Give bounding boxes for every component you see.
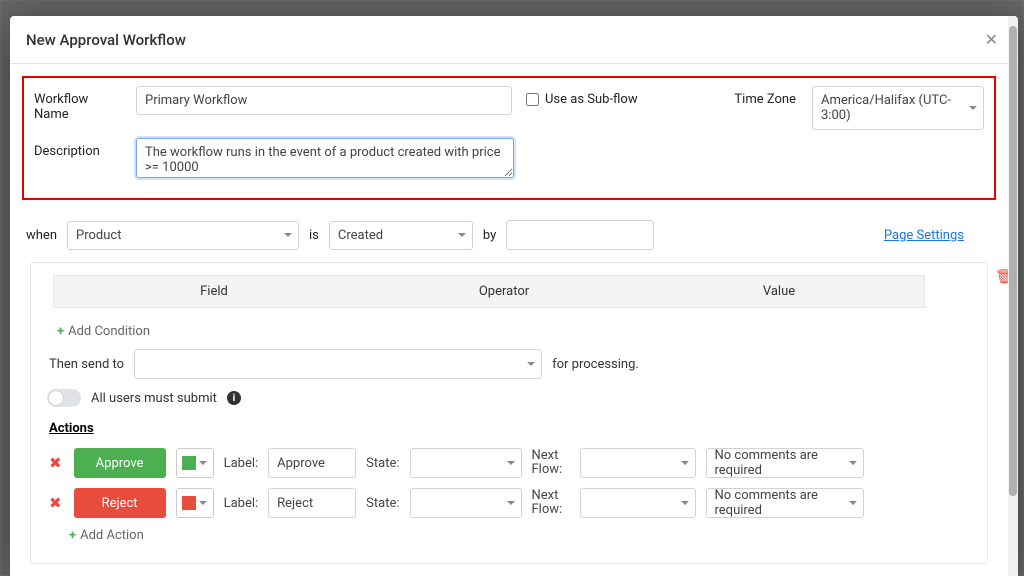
approve-button[interactable]: Approve: [74, 448, 166, 478]
toggle-knob: [49, 391, 63, 405]
chevron-down-icon: [849, 501, 857, 505]
add-condition-link[interactable]: +Add Condition: [57, 324, 973, 339]
description-label: Description: [34, 138, 126, 159]
action-row-reject: ✖ Reject Label: State: Next Flow: No com…: [47, 488, 973, 518]
label-text: Label:: [224, 496, 259, 511]
chevron-down-icon: [284, 233, 292, 237]
event-value: Created: [338, 228, 383, 243]
chevron-down-icon: [199, 461, 207, 465]
timezone-select[interactable]: America/Halifax (UTC-3:00): [812, 86, 984, 130]
modal-body: Workflow Name Use as Sub-flow Time Zone …: [10, 64, 1018, 576]
all-users-toggle-row: All users must submit i: [47, 389, 973, 407]
description-row: Description: [34, 138, 984, 178]
chevron-down-icon: [507, 501, 515, 505]
close-icon[interactable]: ✕: [981, 26, 1002, 53]
scrollbar-thumb[interactable]: [1009, 26, 1017, 496]
when-label: when: [26, 228, 57, 243]
next-flow-text: Next Flow:: [532, 489, 570, 518]
chevron-down-icon: [458, 233, 466, 237]
send-to-label: Then send to: [49, 357, 124, 372]
col-value: Value: [634, 276, 924, 307]
event-select[interactable]: Created: [329, 221, 473, 250]
chevron-down-icon: [507, 461, 515, 465]
entity-value: Product: [76, 228, 121, 243]
chevron-down-icon: [849, 461, 857, 465]
add-action-link[interactable]: +Add Action: [69, 528, 973, 543]
comments-select[interactable]: No comments are required: [706, 488, 864, 518]
chevron-down-icon: [969, 106, 977, 110]
scrollbar-track[interactable]: [1008, 16, 1018, 576]
by-label: by: [483, 228, 496, 243]
subflow-checkbox[interactable]: [526, 93, 539, 106]
workflow-basics-section: Workflow Name Use as Sub-flow Time Zone …: [22, 76, 996, 200]
state-text: State:: [366, 496, 399, 511]
send-to-select[interactable]: [134, 349, 542, 379]
next-flow-select[interactable]: [580, 448, 696, 478]
send-to-row: Then send to for processing.: [49, 349, 973, 379]
state-text: State:: [366, 456, 399, 471]
modal-header: New Approval Workflow ✕: [10, 16, 1018, 64]
timezone-value: America/Halifax (UTC-3:00): [821, 93, 961, 123]
next-flow-text: Next Flow:: [532, 449, 570, 478]
subflow-checkbox-wrap[interactable]: Use as Sub-flow: [526, 92, 638, 107]
color-swatch: [182, 456, 196, 470]
timezone-label: Time Zone: [734, 86, 796, 107]
subflow-label: Use as Sub-flow: [545, 92, 638, 107]
modal-title: New Approval Workflow: [26, 31, 186, 49]
action-label-input[interactable]: [268, 448, 356, 478]
state-select[interactable]: [410, 448, 522, 478]
all-users-toggle[interactable]: [47, 389, 81, 407]
chevron-down-icon: [199, 501, 207, 505]
col-field: Field: [54, 276, 374, 307]
next-flow-select[interactable]: [580, 488, 696, 518]
workflow-name-row: Workflow Name Use as Sub-flow Time Zone …: [34, 86, 984, 130]
color-picker[interactable]: [176, 448, 214, 478]
condition-header: Field Operator Value: [53, 275, 925, 308]
entity-select[interactable]: Product: [67, 221, 299, 250]
by-input[interactable]: [506, 220, 654, 250]
page-settings-link[interactable]: Page Settings: [884, 228, 964, 243]
action-label-input[interactable]: [268, 488, 356, 518]
all-users-label: All users must submit: [91, 391, 217, 406]
action-row-approve: ✖ Approve Label: State: Next Flow: No co…: [47, 448, 973, 478]
workflow-name-input[interactable]: [136, 86, 512, 115]
chevron-down-icon: [681, 501, 689, 505]
color-picker[interactable]: [176, 488, 214, 518]
info-icon[interactable]: i: [227, 391, 241, 405]
col-operator: Operator: [374, 276, 634, 307]
reject-button[interactable]: Reject: [74, 488, 166, 518]
description-input[interactable]: [136, 138, 514, 178]
send-to-suffix: for processing.: [552, 357, 639, 372]
workflow-name-label: Workflow Name: [34, 86, 126, 122]
is-label: is: [309, 228, 319, 243]
chevron-down-icon: [527, 362, 535, 366]
comments-select[interactable]: No comments are required: [706, 448, 864, 478]
state-select[interactable]: [410, 488, 522, 518]
remove-action-icon[interactable]: ✖: [47, 494, 64, 512]
approval-workflow-modal: New Approval Workflow ✕ Workflow Name Us…: [10, 16, 1018, 576]
chevron-down-icon: [681, 461, 689, 465]
trigger-row: when Product is Created by Page Settings: [22, 208, 1006, 262]
actions-title: Actions: [49, 421, 973, 436]
process-block: 🗑 Field Operator Value +Add Condition Th…: [30, 262, 988, 564]
color-swatch: [182, 496, 196, 510]
label-text: Label:: [224, 456, 259, 471]
remove-action-icon[interactable]: ✖: [47, 454, 64, 472]
